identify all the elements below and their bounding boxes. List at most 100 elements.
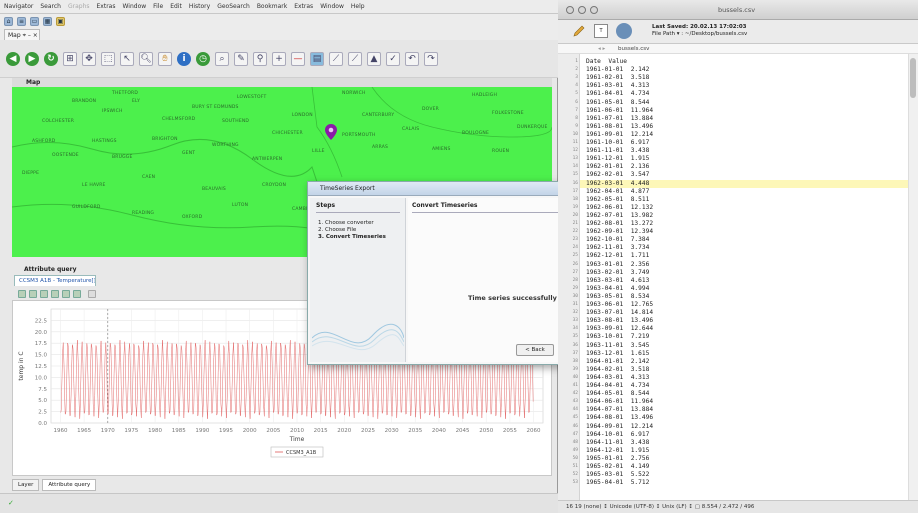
select-icon[interactable]: ⬚ [101, 51, 115, 66]
lock-icon[interactable]: ▣ [56, 16, 65, 26]
csv-line[interactable]: 1964-05-01 8.544 [580, 390, 908, 398]
csv-line[interactable]: 1963-10-01 7.219 [580, 333, 908, 341]
csv-line[interactable]: 1964-11-01 3.438 [580, 439, 908, 447]
scrollbar-thumb[interactable] [910, 58, 916, 98]
draw-line-icon[interactable]: ⟋ [329, 51, 343, 66]
pencil-icon[interactable] [572, 24, 586, 38]
menu-item-window[interactable]: Window [122, 3, 146, 10]
csv-line[interactable]: 1964-02-01 3.518 [580, 366, 908, 374]
csv-line[interactable]: 1964-10-01 6.917 [580, 431, 908, 439]
layers-icon[interactable]: ≡ [17, 16, 26, 26]
csv-line[interactable]: 1963-09-01 12.644 [580, 325, 908, 333]
search-map-icon[interactable]: ⌕ [215, 51, 229, 66]
settings-icon[interactable] [73, 290, 81, 298]
document-icon[interactable]: T [594, 24, 608, 38]
csv-line[interactable]: Date Value [580, 58, 908, 66]
csv-line[interactable]: 1963-06-01 12.765 [580, 301, 908, 309]
csv-line[interactable]: 1963-01-01 2.356 [580, 261, 908, 269]
csv-line[interactable]: 1962-06-01 12.132 [580, 204, 908, 212]
csv-line[interactable]: 1965-01-01 2.756 [580, 455, 908, 463]
menu-item-help[interactable]: Help [351, 3, 365, 10]
csv-line[interactable]: 1964-04-01 4.734 [580, 382, 908, 390]
line-icon[interactable]: — [291, 51, 305, 66]
map-pin-icon[interactable] [325, 124, 337, 140]
csv-line[interactable]: 1963-12-01 1.615 [580, 350, 908, 358]
vertical-scrollbar[interactable] [908, 54, 918, 500]
csv-line[interactable]: 1962-01-01 2.136 [580, 163, 908, 171]
back-button[interactable]: < Back [516, 344, 554, 356]
zoom-window-button[interactable] [590, 6, 598, 14]
csv-line[interactable]: 1963-07-01 14.814 [580, 309, 908, 317]
zoom-icon[interactable]: 🔍︎ [139, 51, 153, 66]
csv-line[interactable]: 1961-04-01 4.734 [580, 90, 908, 98]
nav-file-name[interactable]: bussels.csv [618, 44, 649, 54]
menu-item-navigator[interactable]: Navigator [4, 3, 33, 10]
csv-line[interactable]: 1964-07-01 13.884 [580, 406, 908, 414]
csv-line[interactable]: 1961-03-01 4.313 [580, 82, 908, 90]
csv-line[interactable]: 1962-11-01 3.734 [580, 244, 908, 252]
csv-line[interactable]: 1963-05-01 8.534 [580, 293, 908, 301]
refresh-icon[interactable]: ↻ [44, 51, 58, 66]
info-icon[interactable]: i [177, 51, 191, 66]
csv-line[interactable]: 1965-04-01 5.712 [580, 479, 908, 487]
bottom-tab-attribute-query[interactable]: Attribute query [42, 479, 97, 491]
edit-icon[interactable]: ✎ [234, 51, 248, 66]
hand-icon[interactable]: ✋︎ [158, 51, 172, 66]
menu-item-history[interactable]: History [189, 3, 210, 10]
menu-item-file[interactable]: File [153, 3, 163, 10]
tab-map[interactable]: Map ⌖ – × [4, 29, 40, 40]
undo-icon[interactable]: ↶ [405, 51, 419, 66]
csv-line[interactable]: 1962-09-01 12.394 [580, 228, 908, 236]
delete-icon[interactable]: ▲ [367, 51, 381, 66]
csv-line[interactable]: 1961-12-01 1.915 [580, 155, 908, 163]
menu-item-geosearch[interactable]: GeoSearch [217, 3, 250, 10]
csv-line[interactable]: 1961-01-01 2.142 [580, 66, 908, 74]
csv-line[interactable]: 1961-05-01 8.544 [580, 99, 908, 107]
file-path-label[interactable]: File Path ▾ : ~/Desktop/bussels.csv [652, 31, 747, 37]
polygon-icon[interactable]: ▤ [310, 51, 324, 66]
redo-icon[interactable]: ↷ [424, 51, 438, 66]
csv-line[interactable]: 1964-06-01 11.964 [580, 398, 908, 406]
zoom-extent-icon[interactable]: ⊞ [63, 51, 77, 66]
csv-line[interactable]: 1964-12-01 1.915 [580, 447, 908, 455]
csv-line[interactable]: 1962-07-01 13.982 [580, 212, 908, 220]
csv-line[interactable]: 1964-03-01 4.313 [580, 374, 908, 382]
folder-icon[interactable]: ▭ [30, 16, 39, 26]
csv-line[interactable]: 1962-05-01 8.511 [580, 196, 908, 204]
menu-item-search[interactable]: Search [40, 3, 61, 10]
csv-line[interactable]: 1961-07-01 13.884 [580, 115, 908, 123]
menu-item-extras[interactable]: Extras [294, 3, 313, 10]
csv-line[interactable]: 1962-10-01 7.384 [580, 236, 908, 244]
menu-item-graphs[interactable]: Graphs [68, 3, 90, 10]
csv-line[interactable]: 1961-02-01 3.518 [580, 74, 908, 82]
csv-line[interactable]: 1962-04-01 4.877 [580, 188, 908, 196]
add-point-icon[interactable]: + [272, 51, 286, 66]
forward-arrow-icon[interactable]: ▶ [25, 51, 39, 66]
table-icon[interactable] [18, 290, 26, 298]
csv-line[interactable]: 1963-11-01 3.545 [580, 342, 908, 350]
draw-polyline-icon[interactable]: ⟋ [348, 51, 362, 66]
text-editing-area[interactable]: Date Value 1961-01-01 2.142 1961-02-01 3.5… [580, 54, 908, 500]
csv-line[interactable]: 1961-09-01 12.214 [580, 131, 908, 139]
csv-line[interactable]: 1964-09-01 12.214 [580, 423, 908, 431]
csv-line[interactable]: 1961-11-01 3.438 [580, 147, 908, 155]
dialog-titlebar[interactable]: TimeSeries Export [308, 182, 564, 196]
pointer-icon[interactable]: ↖ [120, 51, 134, 66]
csv-line[interactable]: 1964-01-01 2.142 [580, 358, 908, 366]
share-icon[interactable] [616, 23, 632, 39]
back-arrow-icon[interactable]: ◀ [6, 51, 20, 66]
csv-line[interactable]: 1963-04-01 4.994 [580, 285, 908, 293]
csv-line[interactable]: 1961-08-01 13.496 [580, 123, 908, 131]
check-icon[interactable]: ✓ [386, 51, 400, 66]
csv-line[interactable]: 1962-03-01 4.448 [580, 179, 908, 188]
csv-line[interactable]: 1963-02-01 3.749 [580, 269, 908, 277]
csv-line[interactable]: 1963-03-01 4.613 [580, 277, 908, 285]
csv-line[interactable]: 1965-03-01 5.522 [580, 471, 908, 479]
tab-ccsm3-temperature[interactable]: CCSM3 A1B - Temperature[] [14, 275, 96, 286]
csv-line[interactable]: 1962-12-01 1.711 [580, 252, 908, 260]
zoom-icon[interactable] [51, 290, 59, 298]
chart-icon[interactable] [40, 290, 48, 298]
csv-line[interactable]: 1965-02-01 4.149 [580, 463, 908, 471]
csv-line[interactable]: 1964-08-01 13.496 [580, 414, 908, 422]
csv-line[interactable]: 1962-08-01 13.272 [580, 220, 908, 228]
